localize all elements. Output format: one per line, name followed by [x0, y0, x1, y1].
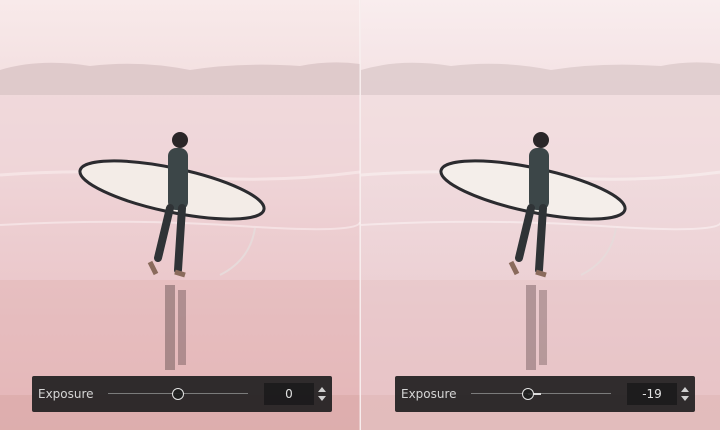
exposure-stepper[interactable] [679, 383, 691, 405]
photo-original [0, 0, 360, 430]
stepper-down-icon[interactable] [681, 396, 689, 401]
photo-panel-original: Exposure 0 [0, 0, 360, 430]
exposure-control: Exposure 0 [32, 376, 332, 412]
photo-adjusted [361, 0, 720, 430]
photo-panel-adjusted: Exposure -19 [361, 0, 720, 430]
exposure-stepper[interactable] [316, 383, 328, 405]
exposure-label: Exposure [401, 387, 457, 401]
exposure-value: 0 [285, 387, 293, 401]
exposure-slider-knob[interactable] [521, 388, 534, 400]
comparison-view: Exposure 0 Exposure -19 [0, 0, 720, 430]
stepper-up-icon[interactable] [681, 387, 689, 392]
exposure-label: Exposure [38, 387, 94, 401]
stepper-up-icon[interactable] [318, 387, 326, 392]
exposure-slider-track[interactable] [471, 393, 611, 394]
exposure-control: Exposure -19 [395, 376, 695, 412]
exposure-slider-knob[interactable] [172, 388, 184, 400]
exposure-value: -19 [642, 387, 662, 401]
stepper-down-icon[interactable] [318, 396, 326, 401]
